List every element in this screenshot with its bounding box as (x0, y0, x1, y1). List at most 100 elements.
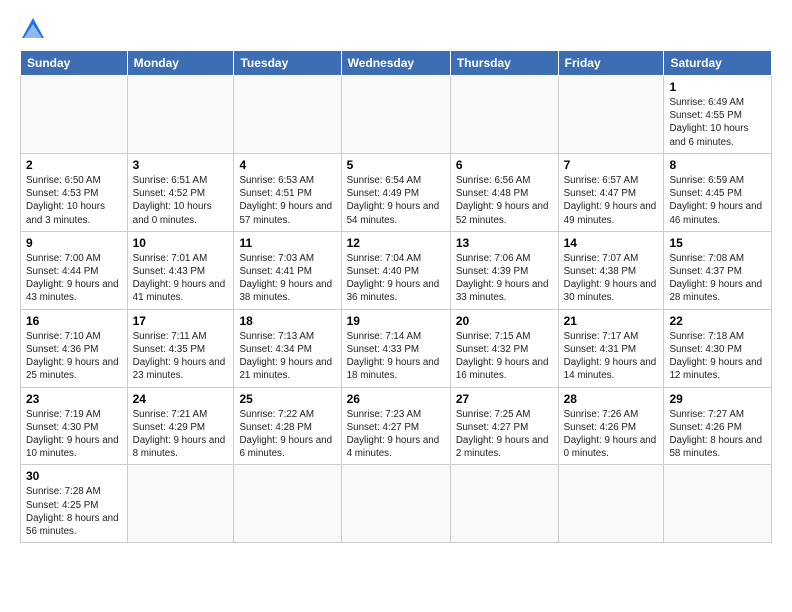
day-number: 11 (239, 236, 335, 250)
day-number: 19 (347, 314, 445, 328)
day-info: Sunrise: 7:06 AM Sunset: 4:39 PM Dayligh… (456, 253, 549, 304)
day-number: 14 (564, 236, 659, 250)
week-row-2: 9 Sunrise: 7:00 AM Sunset: 4:44 PM Daylig… (21, 231, 772, 309)
day-info: Sunrise: 7:25 AM Sunset: 4:27 PM Dayligh… (456, 409, 549, 460)
day-info: Sunrise: 7:17 AM Sunset: 4:31 PM Dayligh… (564, 331, 657, 382)
day-info: Sunrise: 7:10 AM Sunset: 4:36 PM Dayligh… (26, 331, 119, 382)
calendar-cell: 18Sunrise: 7:13 AM Sunset: 4:34 PM Dayli… (234, 309, 341, 387)
day-info: Sunrise: 7:11 AM Sunset: 4:35 PM Dayligh… (133, 331, 226, 382)
calendar-cell: 11 Sunrise: 7:03 AM Sunset: 4:41 PM Dayli… (234, 231, 341, 309)
day-number: 23 (26, 392, 122, 406)
day-info: Sunrise: 6:54 AM Sunset: 4:49 PM Dayligh… (347, 175, 440, 226)
calendar-cell (341, 465, 450, 543)
day-number: 24 (133, 392, 229, 406)
day-info: Sunrise: 7:01 AM Sunset: 4:43 PM Dayligh… (133, 253, 226, 304)
calendar-cell (558, 465, 664, 543)
logo-triangle-icon (20, 16, 46, 42)
weekday-header-monday: Monday (127, 51, 234, 76)
calendar-cell: 17 Sunrise: 7:11 AM Sunset: 4:35 PM Dayli… (127, 309, 234, 387)
weekday-header-row: SundayMondayTuesdayWednesdayThursdayFrid… (21, 51, 772, 76)
day-info: Sunrise: 7:08 AM Sunset: 4:37 PM Dayligh… (669, 253, 762, 304)
day-number: 16 (26, 314, 122, 328)
day-number: 13 (456, 236, 553, 250)
day-number: 3 (133, 158, 229, 172)
day-number: 4 (239, 158, 335, 172)
calendar-cell (664, 465, 772, 543)
logo (20, 16, 46, 42)
calendar-cell (234, 76, 341, 154)
calendar-cell (21, 76, 128, 154)
day-number: 25 (239, 392, 335, 406)
page: SundayMondayTuesdayWednesdayThursdayFrid… (0, 0, 792, 553)
day-info: Sunrise: 6:59 AM Sunset: 4:45 PM Dayligh… (669, 175, 762, 226)
day-info: Sunrise: 7:07 AM Sunset: 4:38 PM Dayligh… (564, 253, 657, 304)
day-number: 29 (669, 392, 766, 406)
day-number: 28 (564, 392, 659, 406)
calendar-cell: 5 Sunrise: 6:54 AM Sunset: 4:49 PM Daylig… (341, 153, 450, 231)
calendar-cell (558, 76, 664, 154)
day-info: Sunrise: 7:19 AM Sunset: 4:30 PM Dayligh… (26, 409, 119, 460)
day-info: Sunrise: 6:53 AM Sunset: 4:51 PM Dayligh… (239, 175, 332, 226)
day-number: 2 (26, 158, 122, 172)
logo-text (20, 16, 46, 42)
calendar-cell: 23 Sunrise: 7:19 AM Sunset: 4:30 PM Dayli… (21, 387, 128, 465)
calendar-cell: 22 Sunrise: 7:18 AM Sunset: 4:30 PM Dayli… (664, 309, 772, 387)
calendar-cell: 13 Sunrise: 7:06 AM Sunset: 4:39 PM Dayli… (450, 231, 558, 309)
calendar-cell: 24Sunrise: 7:21 AM Sunset: 4:29 PM Dayli… (127, 387, 234, 465)
day-number: 17 (133, 314, 229, 328)
calendar-cell (341, 76, 450, 154)
calendar-cell: 20Sunrise: 7:15 AM Sunset: 4:32 PM Dayli… (450, 309, 558, 387)
day-number: 26 (347, 392, 445, 406)
day-number: 27 (456, 392, 553, 406)
calendar-cell: 19 Sunrise: 7:14 AM Sunset: 4:33 PM Dayli… (341, 309, 450, 387)
day-number: 9 (26, 236, 122, 250)
calendar-cell: 10 Sunrise: 7:01 AM Sunset: 4:43 PM Dayli… (127, 231, 234, 309)
calendar-cell: 6 Sunrise: 6:56 AM Sunset: 4:48 PM Daylig… (450, 153, 558, 231)
day-number: 1 (669, 80, 766, 94)
week-row-3: 16 Sunrise: 7:10 AM Sunset: 4:36 PM Dayli… (21, 309, 772, 387)
calendar-cell: 12 Sunrise: 7:04 AM Sunset: 4:40 PM Dayli… (341, 231, 450, 309)
calendar-cell: 25 Sunrise: 7:22 AM Sunset: 4:28 PM Dayli… (234, 387, 341, 465)
day-info: Sunrise: 6:49 AM Sunset: 4:55 PM Dayligh… (669, 97, 748, 148)
weekday-header-friday: Friday (558, 51, 664, 76)
calendar-cell: 29 Sunrise: 7:27 AM Sunset: 4:26 PM Dayli… (664, 387, 772, 465)
day-info: Sunrise: 7:04 AM Sunset: 4:40 PM Dayligh… (347, 253, 440, 304)
day-number: 22 (669, 314, 766, 328)
day-number: 6 (456, 158, 553, 172)
day-info: Sunrise: 6:56 AM Sunset: 4:48 PM Dayligh… (456, 175, 549, 226)
week-row-5: 30Sunrise: 7:28 AM Sunset: 4:25 PM Dayli… (21, 465, 772, 543)
day-number: 10 (133, 236, 229, 250)
week-row-0: 1 Sunrise: 6:49 AM Sunset: 4:55 PM Daylig… (21, 76, 772, 154)
calendar-cell (450, 465, 558, 543)
day-info: Sunrise: 7:23 AM Sunset: 4:27 PM Dayligh… (347, 409, 440, 460)
day-info: Sunrise: 7:22 AM Sunset: 4:28 PM Dayligh… (239, 409, 332, 460)
day-info: Sunrise: 7:26 AM Sunset: 4:26 PM Dayligh… (564, 409, 657, 460)
calendar-cell: 16 Sunrise: 7:10 AM Sunset: 4:36 PM Dayli… (21, 309, 128, 387)
day-number: 30 (26, 469, 122, 483)
day-info: Sunrise: 7:27 AM Sunset: 4:26 PM Dayligh… (669, 409, 762, 460)
calendar-cell: 7Sunrise: 6:57 AM Sunset: 4:47 PM Daylig… (558, 153, 664, 231)
day-info: Sunrise: 6:50 AM Sunset: 4:53 PM Dayligh… (26, 175, 105, 226)
calendar-cell (127, 465, 234, 543)
day-info: Sunrise: 7:03 AM Sunset: 4:41 PM Dayligh… (239, 253, 332, 304)
day-number: 21 (564, 314, 659, 328)
calendar-table: SundayMondayTuesdayWednesdayThursdayFrid… (20, 50, 772, 543)
day-info: Sunrise: 6:51 AM Sunset: 4:52 PM Dayligh… (133, 175, 212, 226)
calendar-cell: 4 Sunrise: 6:53 AM Sunset: 4:51 PM Daylig… (234, 153, 341, 231)
day-number: 18 (239, 314, 335, 328)
calendar-cell (127, 76, 234, 154)
day-info: Sunrise: 7:14 AM Sunset: 4:33 PM Dayligh… (347, 331, 440, 382)
weekday-header-saturday: Saturday (664, 51, 772, 76)
weekday-header-thursday: Thursday (450, 51, 558, 76)
day-number: 5 (347, 158, 445, 172)
week-row-4: 23 Sunrise: 7:19 AM Sunset: 4:30 PM Dayli… (21, 387, 772, 465)
header (20, 16, 772, 42)
calendar-cell: 9 Sunrise: 7:00 AM Sunset: 4:44 PM Daylig… (21, 231, 128, 309)
calendar-cell: 28 Sunrise: 7:26 AM Sunset: 4:26 PM Dayli… (558, 387, 664, 465)
calendar-cell: 26 Sunrise: 7:23 AM Sunset: 4:27 PM Dayli… (341, 387, 450, 465)
day-info: Sunrise: 7:18 AM Sunset: 4:30 PM Dayligh… (669, 331, 762, 382)
calendar-cell: 14 Sunrise: 7:07 AM Sunset: 4:38 PM Dayli… (558, 231, 664, 309)
day-info: Sunrise: 7:00 AM Sunset: 4:44 PM Dayligh… (26, 253, 119, 304)
calendar-cell (234, 465, 341, 543)
day-number: 12 (347, 236, 445, 250)
